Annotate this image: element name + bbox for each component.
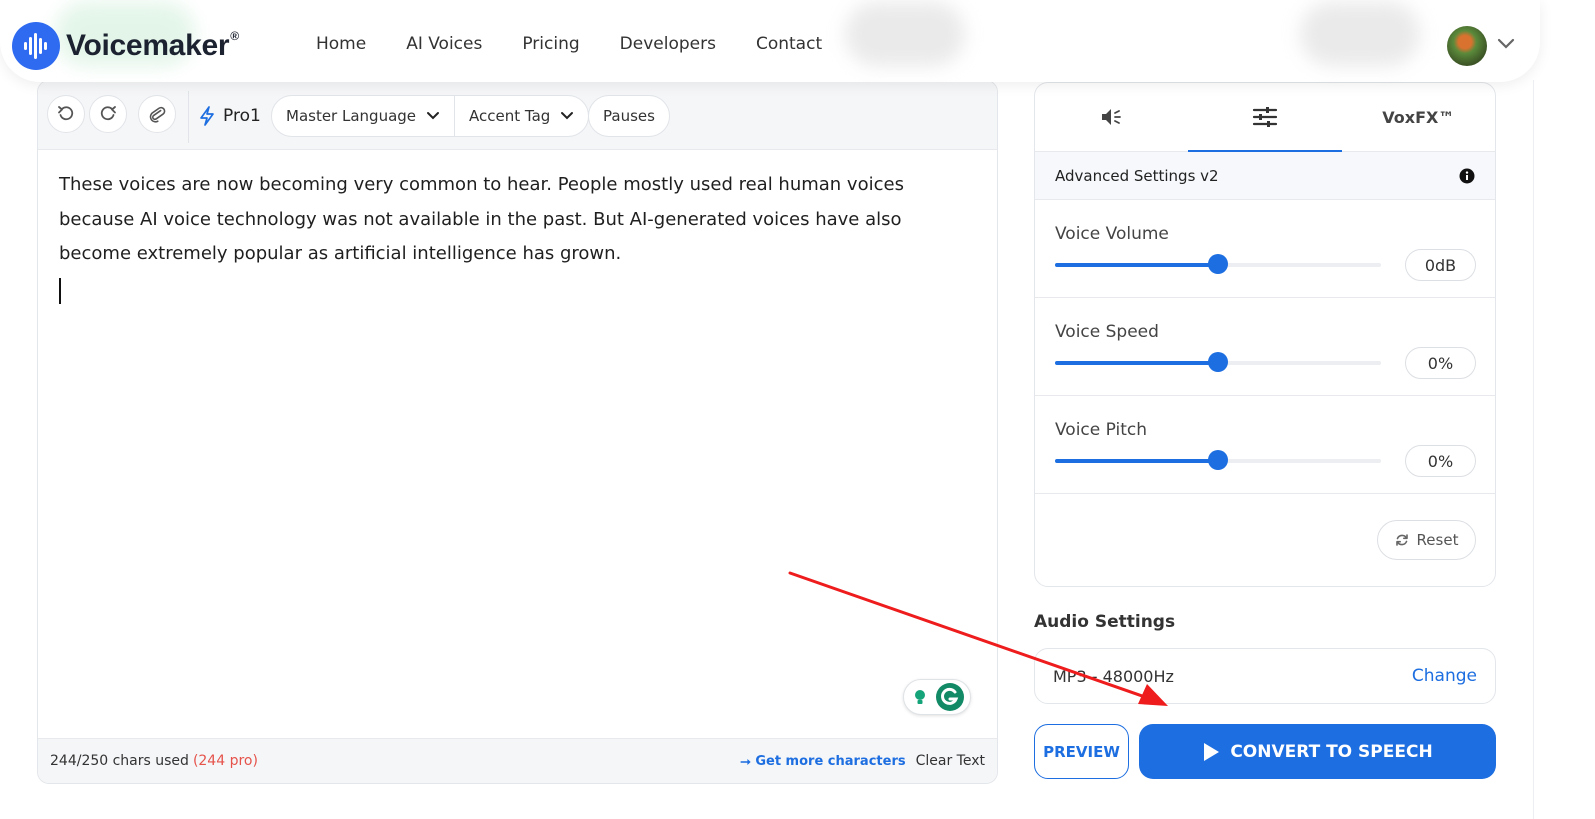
tab-voice[interactable] [1035,83,1188,151]
nav-link-developers[interactable]: Developers [620,34,716,54]
chevron-down-icon[interactable] [1496,34,1516,58]
play-icon [1204,742,1220,761]
nav-link-pricing[interactable]: Pricing [522,34,579,54]
voice-volume-label: Voice Volume [1055,224,1169,244]
voice-speed-label: Voice Speed [1055,322,1159,342]
change-audio-format-link[interactable]: Change [1412,666,1477,686]
undo-button[interactable] [47,95,85,133]
voice-pitch-slider[interactable] [1055,450,1381,470]
slider-fill [1055,459,1218,463]
paperclip-icon [149,106,166,123]
advanced-settings-header: Advanced Settings v2 [1035,152,1495,200]
voice-pitch-label: Voice Pitch [1055,420,1148,440]
master-language-dropdown[interactable]: Master Language [272,96,454,136]
slider-fill [1055,361,1218,365]
voice-settings-panel: VoxFX™ Advanced Settings v2 Voice Volume… [1034,82,1496,587]
audio-format-value: MP3 - 48000Hz [1053,666,1174,686]
language-accent-group: Master Language Accent Tag [271,95,590,137]
brand-name: Voicemaker® [66,29,239,62]
lightning-icon [200,106,214,126]
pro-label: Pro1 [223,106,261,126]
convert-label: CONVERT TO SPEECH [1230,741,1433,762]
accent-tag-dropdown[interactable]: Accent Tag [454,96,588,136]
nav-link-ai-voices[interactable]: AI Voices [406,34,482,54]
voice-speed-value[interactable]: 0% [1405,347,1476,379]
grammarly-icon [936,683,964,711]
voice-speed-row: Voice Speed 0% [1035,298,1495,396]
refresh-icon [1395,534,1408,546]
get-more-characters-link[interactable]: ⭢ Get more characters [740,754,905,769]
convert-to-speech-button[interactable]: CONVERT TO SPEECH [1139,724,1496,779]
accent-tag-label: Accent Tag [469,107,551,125]
chevron-down-icon [427,112,440,120]
settings-tabs: VoxFX™ [1035,83,1495,152]
tab-advanced-settings[interactable] [1188,83,1342,152]
audio-format-box: MP3 - 48000Hz Change [1034,648,1496,704]
text-input-area[interactable]: These voices are now becoming very commo… [38,150,997,316]
audio-settings-title: Audio Settings [1034,612,1176,632]
preview-label: PREVIEW [1043,742,1120,761]
nav-link-home[interactable]: Home [316,34,366,54]
clear-text-button[interactable]: Clear Text [916,753,985,769]
chars-pro-count: (244 pro) [192,753,258,769]
undo-icon [58,106,74,121]
page-divider [1533,80,1534,819]
voice-speed-slider[interactable] [1055,352,1381,372]
slider-fill [1055,263,1218,267]
text-editor: Pro1 Master Language Accent Tag Pauses T… [37,80,998,784]
toolbar-divider [188,91,189,143]
voice-volume-row: Voice Volume 0dB [1035,200,1495,298]
reset-label: Reset [1416,531,1459,549]
blurred-region [845,2,965,66]
lightbulb-icon [910,687,930,707]
slider-thumb[interactable] [1208,450,1228,470]
pro-engine-selector[interactable]: Pro1 [197,105,261,127]
redo-icon [100,106,116,121]
slider-thumb[interactable] [1208,254,1228,274]
chevron-down-icon [561,112,574,120]
info-icon[interactable] [1459,168,1475,184]
master-language-label: Master Language [286,107,417,125]
nav-link-contact[interactable]: Contact [756,34,822,54]
sliders-icon [1252,107,1278,127]
grammarly-widget[interactable] [903,679,971,715]
nav-links: Home AI Voices Pricing Developers Contac… [316,34,862,54]
slider-thumb[interactable] [1208,352,1228,372]
voice-pitch-value[interactable]: 0% [1405,445,1476,477]
brand-logo[interactable]: Voicemaker® [12,22,239,70]
voxfx-label: VoxFX™ [1382,107,1455,127]
redo-button[interactable] [89,95,127,133]
soundwave-logo-icon [12,22,60,70]
voice-volume-slider[interactable] [1055,254,1381,274]
speaker-icon [1101,109,1121,125]
reset-button[interactable]: Reset [1377,520,1476,560]
pauses-label: Pauses [603,107,655,125]
blurred-region [1300,2,1420,66]
pauses-button[interactable]: Pauses [588,95,670,137]
top-navbar: Voicemaker® Home AI Voices Pricing Devel… [0,0,1540,82]
chars-used-count: 244/250 chars used [50,753,189,769]
editor-toolbar: Pro1 Master Language Accent Tag Pauses [38,81,997,150]
voice-volume-value[interactable]: 0dB [1405,249,1476,281]
advanced-settings-title: Advanced Settings v2 [1055,166,1219,185]
attach-button[interactable] [138,95,176,133]
tab-voxfx[interactable]: VoxFX™ [1342,83,1495,151]
user-avatar[interactable] [1447,26,1487,66]
text-caret [59,277,61,304]
voice-pitch-row: Voice Pitch 0% [1035,396,1495,494]
preview-button[interactable]: PREVIEW [1034,724,1129,779]
editor-footer: 244/250 chars used (244 pro) ⭢ Get more … [38,738,997,783]
editor-content: These voices are now becoming very commo… [59,174,904,264]
